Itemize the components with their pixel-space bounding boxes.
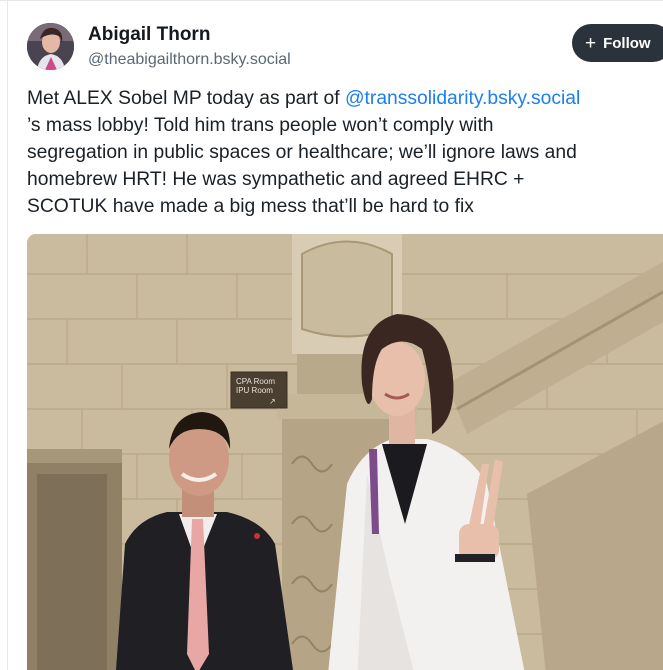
post-text-line-3: segregation in public spaces or healthca… <box>27 142 577 163</box>
author-display-name[interactable]: Abigail Thorn <box>88 24 210 46</box>
post-image[interactable]: CPA Room IPU Room ↗ <box>27 234 663 670</box>
post-text-line-1: Met ALEX Sobel MP today as part of @tran… <box>27 85 663 112</box>
avatar[interactable] <box>27 23 74 70</box>
avatar-image <box>27 23 74 70</box>
post-text-line-4: homebrew HRT! He was sympathetic and agr… <box>27 169 525 190</box>
post-text-line-2: ’s mass lobby! Told him trans people won… <box>27 115 494 136</box>
follow-button[interactable]: + Follow <box>572 24 663 62</box>
author-handle[interactable]: @theabigailthorn.bsky.social <box>88 51 291 69</box>
post-photo: CPA Room IPU Room ↗ <box>27 234 663 670</box>
post-text-segment: Met ALEX Sobel MP today as part of <box>27 88 345 109</box>
post-top-border <box>0 0 663 6</box>
sign-line-2: IPU Room <box>236 386 273 395</box>
sign-line-1: CPA Room <box>236 377 275 386</box>
mention-link[interactable]: @transsolidarity.bsky.social <box>345 88 580 109</box>
follow-button-label: Follow <box>603 34 651 52</box>
post-text-line-5: SCOTUK have made a big mess that’ll be h… <box>27 196 474 217</box>
sign-arrow: ↗ <box>269 397 276 406</box>
plus-icon: + <box>585 32 597 54</box>
post-text: Met ALEX Sobel MP today as part of @tran… <box>27 85 663 220</box>
post-left-border <box>7 0 8 670</box>
